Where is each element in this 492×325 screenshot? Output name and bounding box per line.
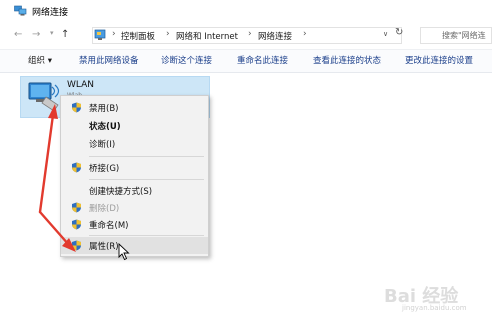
menu-separator [89, 179, 204, 180]
menu-item-label: 属性(R) [89, 242, 119, 252]
recent-locations-icon[interactable]: ▾ [50, 29, 54, 37]
forward-button[interactable]: → [32, 29, 40, 40]
breadcrumb-separator: › [248, 29, 252, 39]
breadcrumb-control-panel[interactable]: 控制面板 [121, 30, 155, 42]
shield-icon [72, 162, 81, 173]
menu-item-create-shortcut[interactable]: 创建快捷方式(S) [61, 182, 208, 199]
shield-icon [72, 102, 81, 113]
shield-icon [72, 219, 81, 230]
refresh-icon[interactable]: ↻ [395, 27, 403, 38]
shield-icon [72, 202, 81, 213]
menu-item-label: 删除(D) [89, 204, 120, 214]
watermark-url: jingyan.baidu.com [402, 304, 467, 312]
menu-separator [89, 156, 204, 157]
up-button[interactable]: ↑ [61, 29, 69, 40]
address-dropdown-icon[interactable]: ∨ [383, 30, 388, 38]
mouse-cursor-icon [118, 243, 130, 261]
breadcrumb-separator: › [112, 29, 116, 39]
menu-separator [89, 235, 204, 236]
menu-item-status[interactable]: 状态(U) [61, 117, 208, 134]
menu-item-label: 创建快捷方式(S) [89, 187, 153, 197]
menu-item-delete[interactable]: 删除(D) [61, 199, 208, 216]
view-status-button[interactable]: 查看此连接的状态 [313, 54, 381, 66]
rename-connection-button[interactable]: 重命名此连接 [237, 54, 288, 66]
breadcrumb-separator: › [303, 29, 307, 39]
breadcrumb-network-connections[interactable]: 网络连接 [258, 30, 292, 42]
menu-item-bridge[interactable]: 桥接(G) [61, 159, 208, 176]
context-menu: 禁用(B) 状态(U) 诊断(I) 桥接(G) 创建快捷方式(S) 删除(D) … [60, 95, 209, 257]
menu-item-disable[interactable]: 禁用(B) [61, 99, 208, 116]
back-button[interactable]: ← [14, 29, 22, 40]
menu-item-properties[interactable]: 属性(R) [61, 237, 208, 254]
connection-name: WLAN [67, 80, 95, 90]
menu-item-label: 重命名(M) [89, 221, 129, 231]
menu-item-label: 桥接(G) [89, 164, 120, 174]
title-bar: 网络连接 [0, 0, 492, 22]
wireless-adapter-icon [28, 82, 60, 112]
breadcrumb-separator: › [166, 29, 170, 39]
diagnose-connection-button[interactable]: 诊断这个连接 [161, 54, 212, 66]
window-title: 网络连接 [32, 8, 69, 18]
menu-item-diagnose[interactable]: 诊断(I) [61, 135, 208, 152]
search-input[interactable]: 搜索"网络连 [442, 30, 486, 41]
organize-menu[interactable]: 组织 ▾ [28, 54, 52, 66]
control-panel-icon [94, 29, 106, 40]
network-connections-icon [14, 5, 27, 16]
menu-item-label: 状态(U) [89, 122, 121, 132]
disable-device-button[interactable]: 禁用此网络设备 [79, 54, 139, 66]
menu-item-rename[interactable]: 重命名(M) [61, 216, 208, 233]
menu-item-label: 禁用(B) [89, 104, 119, 114]
breadcrumb-network-internet[interactable]: 网络和 Internet [176, 30, 238, 42]
menu-item-label: 诊断(I) [89, 140, 116, 150]
change-settings-button[interactable]: 更改此连接的设置 [405, 54, 473, 66]
shield-icon [72, 240, 81, 251]
